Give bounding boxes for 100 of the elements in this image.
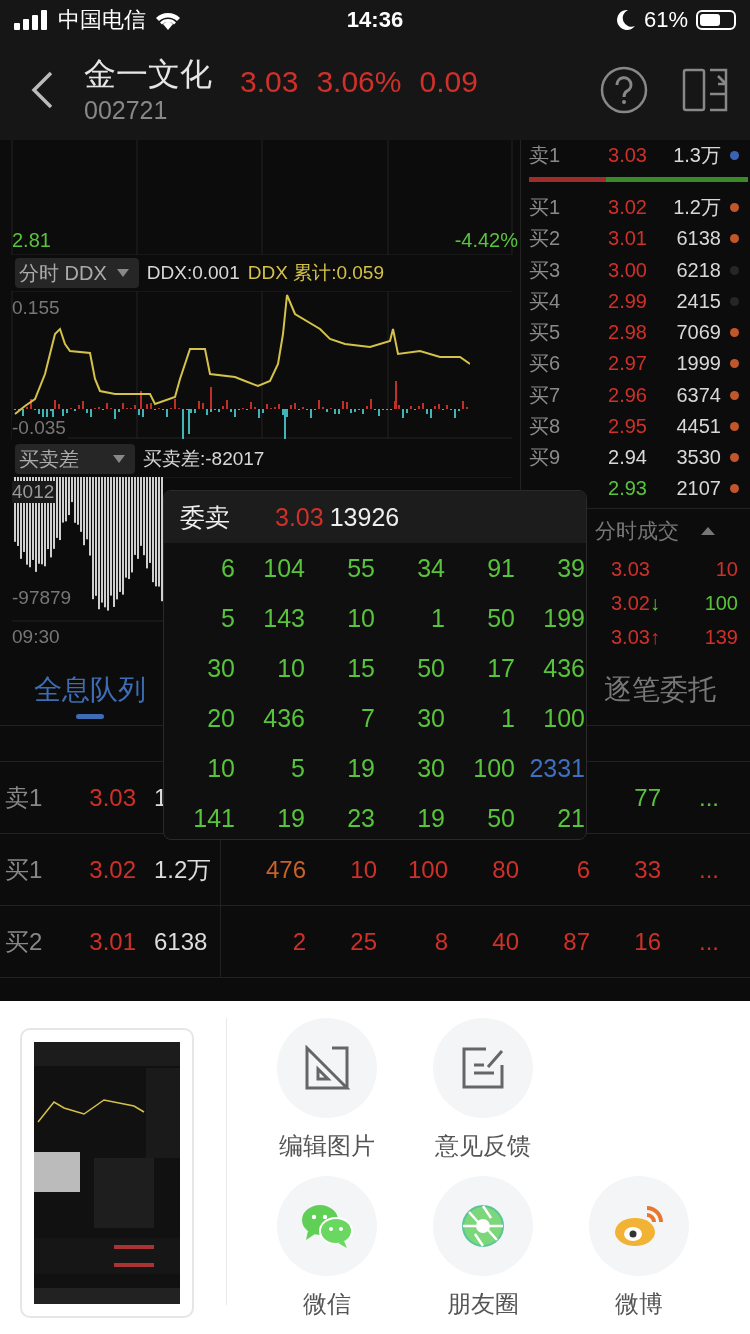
stock-code: 002721 [84,95,169,126]
order-size: 100 [542,703,585,733]
bid-level-label: 买5 [529,320,562,346]
bid-level-label: 买1 [529,195,562,221]
chat-bubbles-icon [300,1203,354,1249]
caret-icon [113,455,125,463]
more-link[interactable]: ... [699,783,719,812]
axis-label: 0.155 [12,297,60,319]
ask-price: 3.03 [607,144,647,168]
trade-volume: 139 [704,626,738,650]
axis-label: -0.035 [12,417,68,439]
ask-volume: 1.3万 [672,143,721,169]
order-size: 5 [220,603,235,633]
order-size: 199 [542,603,585,633]
moon-icon [615,9,636,31]
bid-volume: 6138 [675,227,721,251]
trade-volume: 100 [704,592,738,616]
level-price: 3.03 [88,783,136,812]
popup-volume: 13926 [329,502,400,532]
order-size: 33 [633,855,661,884]
order-size: 55 [346,553,375,583]
bid-level-label: 买4 [529,288,562,314]
order-size: 10 [349,855,377,884]
aperture-icon [461,1204,505,1248]
spread-value: 买卖差:-82017 [143,447,265,471]
order-size: 20 [206,703,235,733]
order-size: 50 [486,603,515,633]
bid-level-label: 买6 [529,351,562,377]
order-size: 2331 [528,753,585,783]
bid-price: 2.96 [607,383,647,407]
indicator-dropdown[interactable]: 分时 DDX [15,258,139,288]
tab[interactable]: 全息队列 [34,655,146,725]
order-size: 30 [206,653,235,683]
order-size: 16 [633,927,661,956]
ddx-cumulative: DDX 累计:0.059 [247,261,384,285]
axis-label: -97879 [12,587,72,609]
order-size: 143 [262,603,305,633]
bid-volume: 3530 [675,446,721,470]
popup-price: 3.03 [275,502,324,532]
landscape-icon[interactable] [682,68,730,112]
order-size: 23 [346,803,375,833]
bid-price: 3.00 [607,258,647,282]
level-label: 买2 [4,926,44,957]
order-size: 39 [556,553,585,583]
order-size: 17 [486,653,515,683]
trades-title: 分时成交 [595,517,679,544]
order-size: 1 [430,603,445,633]
bid-level-label: 买8 [529,413,562,439]
order-size: 19 [416,803,445,833]
more-link[interactable]: ... [699,855,719,884]
axis-label: 2.81 [12,229,51,251]
order-size: 5 [290,753,305,783]
trade-price: 3.03 [611,558,650,581]
bid-volume: 6218 [675,258,721,282]
battery-percent: 61% [643,7,688,33]
bid-level-label: 买7 [529,382,562,408]
order-size: 8 [433,927,448,956]
level-price: 3.02 [88,855,136,884]
order-size: 100 [406,855,448,884]
thumbnail-frame[interactable] [20,1028,194,1318]
tab[interactable]: 逐笔委托 [604,655,716,725]
level-volume: 6138 [136,906,221,977]
bid-volume: 6374 [675,383,721,407]
carrier-name: 中国电信 [58,6,146,34]
collapse-icon[interactable] [701,526,715,535]
bid-price: 2.93 [607,477,647,501]
help-icon[interactable] [600,66,648,114]
note-edit-icon [460,1045,506,1091]
order-size: 91 [486,553,515,583]
share-option-label: 朋友圈 [447,1289,519,1319]
order-size: 1 [500,703,515,733]
level-label: 卖1 [4,782,44,813]
bid-volume: 2107 [675,477,721,501]
bid-volume: 1999 [675,352,721,376]
more-link[interactable]: ... [699,927,719,956]
bid-price: 2.94 [607,446,647,470]
change-percent: 3.06% [316,65,402,99]
order-size: 436 [262,703,305,733]
order-size: 15 [346,653,375,683]
popup-title: 委卖 [180,501,231,533]
indicator-dropdown[interactable]: 买卖差 [15,444,135,474]
trade-price: 3.03↑ [611,626,660,650]
order-size: 104 [262,553,305,583]
order-size: 30 [416,753,445,783]
share-option-label: 微信 [303,1289,351,1319]
level-price: 3.01 [88,927,136,956]
order-size: 19 [276,803,305,833]
axis-label: -4.42% [454,229,518,251]
bid-price: 2.98 [607,321,647,345]
back-icon[interactable] [30,71,54,109]
order-size: 40 [491,927,519,956]
order-size: 34 [416,553,445,583]
order-size: 7 [360,703,375,733]
share-option-label: 意见反馈 [435,1131,531,1161]
level-label: 买1 [4,854,44,885]
share-option-label: 微博 [615,1289,663,1319]
axis-label: 4012 [12,481,57,503]
order-size: 50 [416,653,445,683]
bid-level-label: 买2 [529,226,562,252]
order-size: 6 [575,855,590,884]
